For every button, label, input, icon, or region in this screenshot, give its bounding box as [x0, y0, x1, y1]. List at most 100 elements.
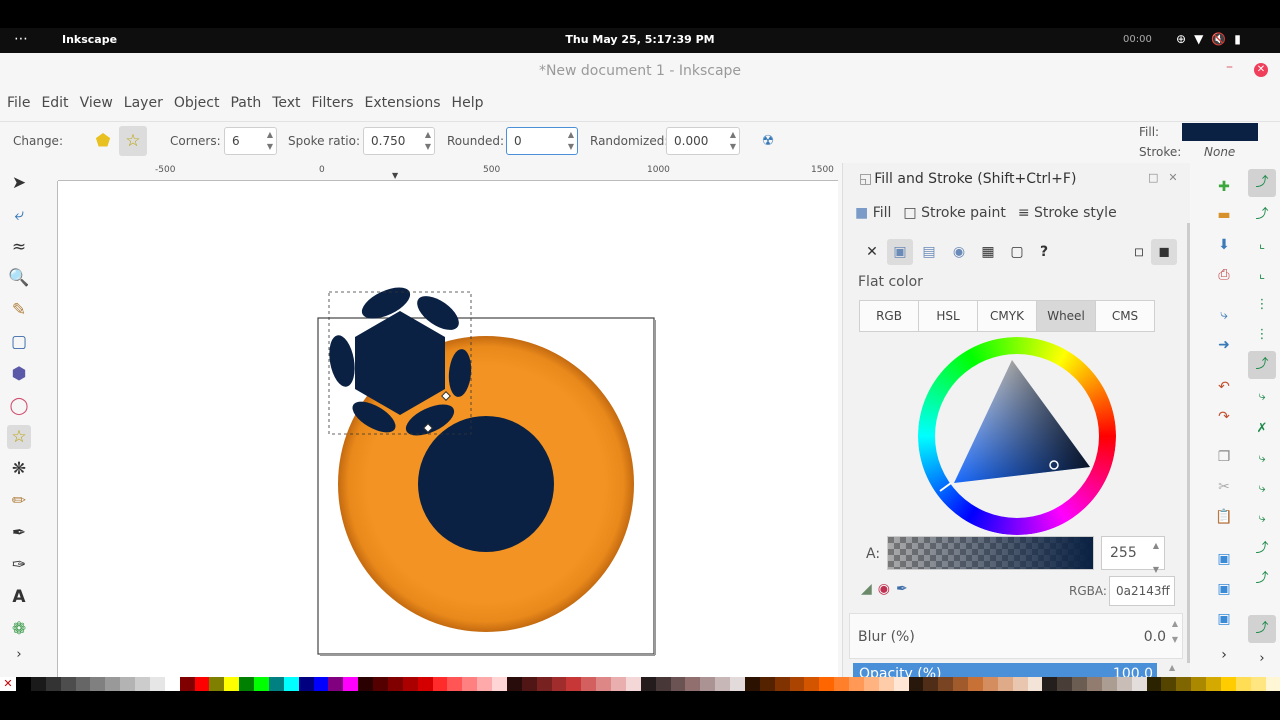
blur-row[interactable]: Blur (%) 0.0 ▲ ▼: [849, 613, 1183, 659]
dock-scrollbar[interactable]: [1187, 223, 1190, 663]
ellipse-tool-icon[interactable]: ◯: [7, 394, 31, 418]
drawing-canvas[interactable]: ⋮: [58, 181, 838, 677]
palette-swatch[interactable]: [135, 677, 150, 691]
star-mode-button[interactable]: ☆: [119, 126, 147, 156]
alpha-spinbox[interactable]: 255 ▲ ▼: [1101, 536, 1165, 574]
linear-gradient-button[interactable]: ▤: [916, 239, 942, 265]
palette-swatch[interactable]: [878, 677, 894, 691]
palette-swatch[interactable]: [1087, 677, 1102, 691]
palette-swatch[interactable]: [447, 677, 463, 691]
palette-swatch[interactable]: [1146, 677, 1162, 691]
reset-defaults-button[interactable]: ☢: [754, 126, 782, 156]
palette-none-swatch[interactable]: ✕: [0, 677, 16, 691]
palette-swatch[interactable]: [402, 677, 418, 691]
palette-swatch[interactable]: [759, 677, 775, 691]
rectangle-tool-icon[interactable]: ▢: [7, 330, 31, 354]
palette-swatch[interactable]: [462, 677, 478, 691]
color-palette[interactable]: ✕: [0, 677, 1280, 691]
unset-paint-button[interactable]: ?: [1031, 239, 1057, 265]
menu-text[interactable]: Text: [272, 89, 300, 117]
copy-icon[interactable]: ❐: [1214, 447, 1234, 467]
minimize-button[interactable]: –: [1226, 59, 1233, 75]
palette-swatch[interactable]: [1072, 677, 1087, 691]
palette-swatch[interactable]: [536, 677, 552, 691]
palette-swatch[interactable]: [179, 677, 195, 691]
save-icon[interactable]: ⬇: [1214, 235, 1234, 255]
palette-swatch[interactable]: [566, 677, 582, 691]
menu-view[interactable]: View: [80, 89, 113, 117]
spin-arrows-icon[interactable]: ▲: [1169, 663, 1175, 672]
palette-swatch[interactable]: [373, 677, 388, 691]
rounded-spinbox[interactable]: 0 ▲ ▼: [506, 127, 578, 155]
mode-wheel[interactable]: Wheel: [1036, 300, 1096, 332]
menu-path[interactable]: Path: [230, 89, 261, 117]
menu-object[interactable]: Object: [174, 89, 220, 117]
palette-swatch[interactable]: [1191, 677, 1206, 691]
mesh-gradient-button[interactable]: ▦: [975, 239, 1001, 265]
palette-swatch[interactable]: [685, 677, 701, 691]
spin-arrows-icon[interactable]: ▲ ▼: [267, 129, 273, 153]
palette-swatch[interactable]: [625, 677, 641, 691]
menu-help[interactable]: Help: [452, 89, 484, 117]
palette-swatch[interactable]: [313, 677, 329, 691]
palette-swatch[interactable]: [224, 677, 240, 691]
menu-edit[interactable]: Edit: [41, 89, 68, 117]
palette-swatch[interactable]: [789, 677, 805, 691]
snap-intersections-icon[interactable]: ✗: [1248, 415, 1276, 443]
palette-swatch[interactable]: [1176, 677, 1192, 691]
palette-swatch[interactable]: [715, 677, 730, 691]
new-document-icon[interactable]: ✚: [1214, 177, 1234, 197]
palette-swatch[interactable]: [358, 677, 373, 691]
no-paint-button[interactable]: ✕: [859, 239, 885, 265]
tab-stroke-paint[interactable]: □ Stroke paint: [903, 203, 1005, 223]
palette-swatch[interactable]: [1101, 677, 1117, 691]
zoom-page-icon[interactable]: ▣: [1214, 609, 1234, 629]
spray-tool-icon[interactable]: ❁: [7, 617, 31, 641]
snap-bbox-edges-icon[interactable]: ⌞: [1248, 231, 1276, 259]
palette-swatch[interactable]: [863, 677, 879, 691]
palette-swatch[interactable]: [343, 677, 359, 691]
palette-swatch[interactable]: [120, 677, 135, 691]
zoom-tool-icon[interactable]: 🔍: [7, 266, 31, 290]
palette-swatch[interactable]: [1235, 677, 1251, 691]
snap-smooth-icon[interactable]: ⤷: [1248, 475, 1276, 503]
palette-swatch[interactable]: [239, 677, 254, 691]
selector-tool-icon[interactable]: ➤: [7, 171, 31, 195]
print-icon[interactable]: ⎙: [1214, 265, 1234, 285]
palette-swatch[interactable]: [730, 677, 745, 691]
palette-swatch[interactable]: [1220, 677, 1236, 691]
palette-swatch[interactable]: [1206, 677, 1221, 691]
palette-swatch[interactable]: [75, 677, 91, 691]
spoke-ratio-spinbox[interactable]: 0.750 ▲ ▼: [363, 127, 435, 155]
snap-object-centers-icon[interactable]: ⤴: [1248, 535, 1276, 563]
mode-cms[interactable]: CMS: [1095, 300, 1155, 332]
palette-swatch[interactable]: [1250, 677, 1266, 691]
palette-swatch[interactable]: [670, 677, 686, 691]
palette-swatch[interactable]: [1042, 677, 1058, 691]
palette-swatch[interactable]: [997, 677, 1013, 691]
palette-swatch[interactable]: [774, 677, 790, 691]
snap-paths-icon[interactable]: ⤷: [1248, 383, 1276, 411]
palette-swatch[interactable]: [90, 677, 106, 691]
palette-swatch[interactable]: [611, 677, 626, 691]
more-commands-chevron-icon[interactable]: ›: [1214, 645, 1234, 665]
evenodd-button[interactable]: ◽: [1126, 239, 1152, 265]
menu-extensions[interactable]: Extensions: [365, 89, 441, 117]
palette-swatch[interactable]: [744, 677, 760, 691]
palette-swatch[interactable]: [938, 677, 954, 691]
spin-arrows-icon[interactable]: ▲ ▼: [1153, 540, 1159, 576]
palette-swatch[interactable]: [908, 677, 924, 691]
palette-swatch[interactable]: [1161, 677, 1177, 691]
nonzero-button[interactable]: ◼: [1151, 239, 1177, 265]
palette-swatch[interactable]: [834, 677, 849, 691]
palette-swatch[interactable]: [328, 677, 344, 691]
palette-swatch[interactable]: [477, 677, 492, 691]
more-tools-chevron-icon[interactable]: ›: [7, 643, 31, 667]
palette-swatch[interactable]: [953, 677, 968, 691]
palette-swatch[interactable]: [60, 677, 76, 691]
snap-nodes-icon[interactable]: ⤴: [1248, 351, 1276, 379]
randomized-spinbox[interactable]: 0.000 ▲ ▼: [666, 127, 740, 155]
more-snap-chevron-icon[interactable]: ›: [1248, 645, 1276, 673]
menu-layer[interactable]: Layer: [124, 89, 163, 117]
palette-swatch[interactable]: [268, 677, 284, 691]
